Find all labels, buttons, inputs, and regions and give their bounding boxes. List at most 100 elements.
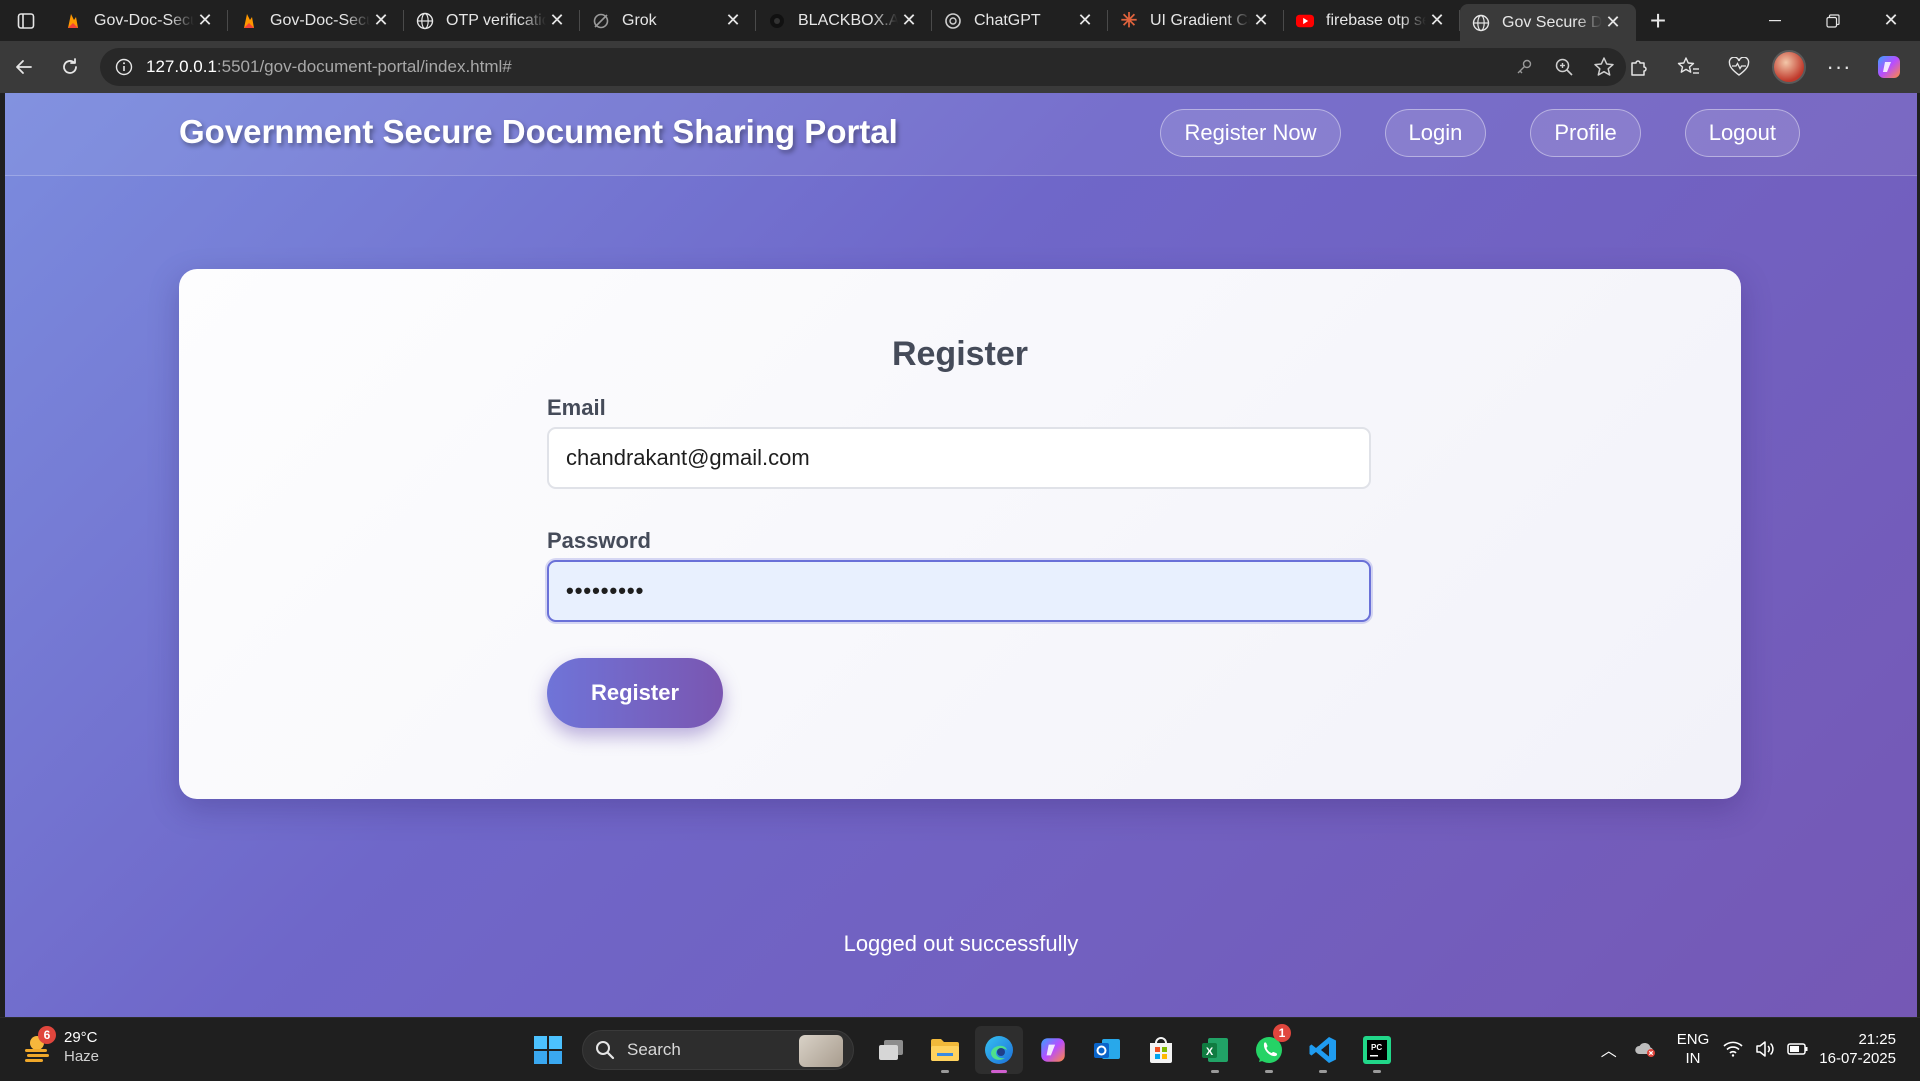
grok-icon: [592, 12, 610, 30]
refresh-icon: [63, 58, 77, 74]
copilot-icon: [1041, 1038, 1065, 1062]
svg-text:X: X: [1206, 1046, 1214, 1058]
lang-top: ENG: [1676, 1031, 1710, 1048]
close-icon[interactable]: ✕: [898, 10, 920, 32]
browser-tab[interactable]: BLACKBOX.AI ✕: [756, 0, 932, 41]
windows-icon: [534, 1036, 562, 1064]
weather-condition: Haze: [64, 1048, 100, 1065]
star-icon[interactable]: [1592, 55, 1616, 79]
tab-actions-button[interactable]: [0, 0, 52, 41]
new-tab-button[interactable]: +: [1636, 0, 1680, 41]
browser-toolbar: 127.0.0.1:5501/gov-document-portal/index…: [0, 41, 1920, 93]
store-icon: [1150, 1037, 1172, 1063]
browser-tab-active[interactable]: Gov Secure Do ✕: [1460, 4, 1636, 41]
excel-app[interactable]: X: [1191, 1026, 1239, 1074]
close-icon[interactable]: ✕: [194, 10, 216, 32]
arrow-left-icon: [16, 60, 32, 74]
zoom-icon[interactable]: [1552, 55, 1576, 79]
start-button[interactable]: [524, 1026, 572, 1074]
tab-title: ChatGPT: [974, 11, 1041, 29]
plus-icon: +: [1649, 4, 1667, 36]
nav-register-now-button[interactable]: Register Now: [1160, 109, 1341, 157]
close-icon[interactable]: ✕: [722, 10, 744, 32]
browser-tab[interactable]: ChatGPT ✕: [932, 0, 1108, 41]
address-bar[interactable]: 127.0.0.1:5501/gov-document-portal/index…: [100, 48, 1626, 86]
profile-button[interactable]: [1768, 46, 1810, 88]
browser-tab[interactable]: Grok ✕: [580, 0, 756, 41]
minimize-button[interactable]: [1746, 0, 1804, 41]
browser-essentials-button[interactable]: [1718, 46, 1760, 88]
tab-title: firebase otp se: [1326, 11, 1426, 29]
browser-tab[interactable]: firebase otp se ✕: [1284, 0, 1460, 41]
favorites-button[interactable]: [1668, 46, 1710, 88]
edge-app[interactable]: [975, 1026, 1023, 1074]
tab-title: Grok: [622, 11, 657, 29]
file-explorer-app[interactable]: [921, 1026, 969, 1074]
heart-pulse-icon: [1728, 57, 1750, 76]
url-path: :5501/gov-document-portal/index.html#: [216, 57, 512, 76]
window-controls: ✕: [1746, 0, 1920, 41]
email-label: Email: [547, 395, 606, 420]
copilot-app[interactable]: [1029, 1026, 1077, 1074]
taskbar-search[interactable]: Search: [582, 1030, 854, 1070]
restore-icon: [1826, 13, 1840, 28]
microsoft-store-app[interactable]: [1137, 1026, 1185, 1074]
close-icon[interactable]: ✕: [1250, 10, 1272, 32]
register-submit-button[interactable]: Register: [547, 658, 723, 728]
puzzle-icon: [1631, 60, 1647, 76]
minimize-icon: [1769, 19, 1781, 21]
weather-widget[interactable]: 6 29°C Haze: [20, 1026, 100, 1066]
system-tray: ︿ ENG IN 21:25 16-07-2025: [1591, 1018, 1920, 1080]
close-icon[interactable]: ✕: [1602, 12, 1624, 34]
asterisk-icon: ✳: [1120, 10, 1138, 32]
outlook-icon: [1094, 1039, 1120, 1059]
browser-tab[interactable]: ✳ UI Gradient Co ✕: [1108, 0, 1284, 41]
battery-icon: [1787, 1043, 1808, 1055]
whatsapp-app[interactable]: 1: [1245, 1024, 1293, 1074]
haze-icon: 6: [20, 1026, 56, 1064]
clock[interactable]: 21:25 16-07-2025: [1819, 1030, 1896, 1068]
quick-settings-button[interactable]: [1723, 1040, 1809, 1058]
vscode-icon: [1309, 1037, 1336, 1063]
email-field[interactable]: chandrakant@gmail.com: [547, 427, 1371, 489]
firebase-icon: [240, 12, 258, 30]
close-icon[interactable]: ✕: [546, 10, 568, 32]
password-field[interactable]: •••••••••: [547, 560, 1371, 622]
language-indicator[interactable]: ENG IN: [1677, 1030, 1710, 1068]
nav-profile-button[interactable]: Profile: [1530, 109, 1641, 157]
close-icon[interactable]: ✕: [370, 10, 392, 32]
site-info-icon[interactable]: [114, 57, 134, 77]
folder-icon: [931, 1039, 959, 1061]
restore-button[interactable]: [1804, 0, 1862, 41]
close-window-button[interactable]: ✕: [1862, 0, 1920, 41]
favorites-icon: [1677, 57, 1699, 74]
vscode-app[interactable]: [1299, 1026, 1347, 1074]
back-button[interactable]: [2, 45, 46, 89]
reload-button[interactable]: [48, 45, 92, 89]
browser-tab[interactable]: OTP verificatio ✕: [404, 0, 580, 41]
site-header: Government Secure Document Sharing Porta…: [5, 93, 1917, 176]
onedrive-icon[interactable]: [1627, 1040, 1663, 1058]
search-icon: [596, 1041, 615, 1060]
key-icon[interactable]: [1512, 55, 1536, 79]
pycharm-icon: PC: [1363, 1036, 1391, 1064]
tab-title: BLACKBOX.AI: [798, 11, 898, 29]
close-icon[interactable]: ✕: [1074, 10, 1096, 32]
task-view-button[interactable]: [867, 1026, 915, 1074]
page-title: Government Secure Document Sharing Porta…: [179, 113, 898, 150]
copilot-button[interactable]: [1868, 46, 1910, 88]
pycharm-app[interactable]: PC: [1353, 1026, 1401, 1074]
close-icon[interactable]: ✕: [1426, 10, 1448, 32]
browser-tab[interactable]: Gov-Doc-Secur ✕: [228, 0, 404, 41]
password-value: •••••••••: [566, 578, 645, 603]
time: 21:25: [1858, 1031, 1896, 1048]
nav-login-button[interactable]: Login: [1384, 109, 1487, 157]
browser-tab[interactable]: Gov-Doc-Secur ✕: [52, 0, 228, 41]
show-hidden-icons-button[interactable]: ︿: [1591, 1037, 1627, 1061]
extensions-button[interactable]: [1618, 46, 1660, 88]
outlook-app[interactable]: [1083, 1026, 1131, 1074]
nav-logout-button[interactable]: Logout: [1684, 109, 1800, 157]
tab-title: Gov-Doc-Secur: [94, 11, 194, 29]
more-button[interactable]: ···: [1818, 46, 1860, 88]
blackbox-icon: [768, 12, 786, 30]
